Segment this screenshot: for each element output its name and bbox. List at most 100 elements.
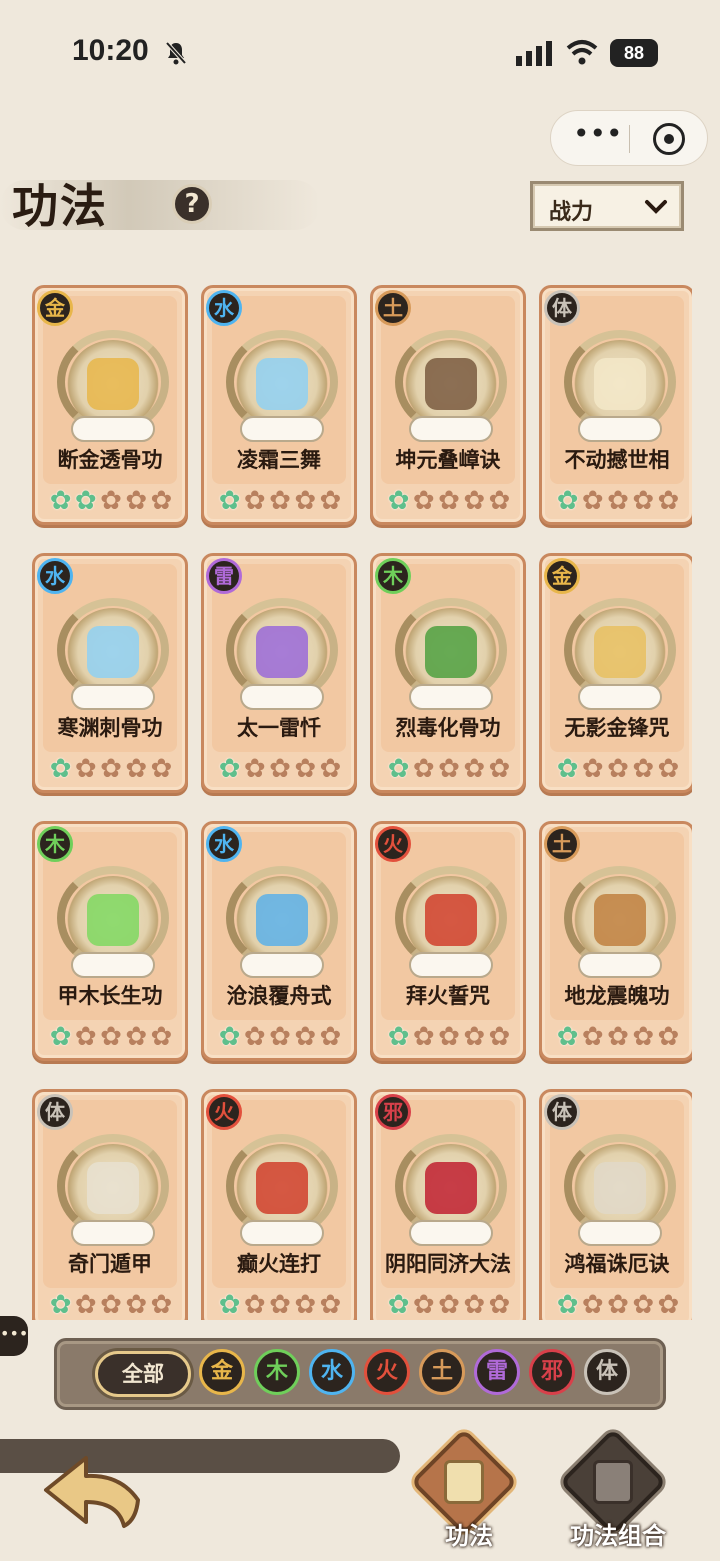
cloud-decoration [240, 1220, 324, 1246]
filter-chip[interactable]: 体 [584, 1349, 630, 1395]
filter-chip[interactable]: 水 [309, 1349, 355, 1395]
flower-star-icon: ✿ [74, 1290, 97, 1320]
flower-star-icon: ✿ [632, 1022, 655, 1052]
skill-glyph [425, 1162, 477, 1214]
chat-bubble-icon[interactable]: ••• [0, 1316, 28, 1356]
filter-chip[interactable]: 雷 [474, 1349, 520, 1395]
filter-chip[interactable]: 火 [364, 1349, 410, 1395]
element-badge: 雷 [206, 558, 242, 594]
flower-star-icon: ✿ [319, 754, 342, 784]
cloud-decoration [578, 416, 662, 442]
star-rating: ✿ ✿ ✿ ✿ ✿ [387, 756, 511, 784]
skill-card[interactable]: 体不动撼世相 ✿ ✿ ✿ ✿ ✿ [539, 285, 692, 525]
flower-star-icon: ✿ [100, 1290, 122, 1320]
star-rating: ✿ ✿ ✿ ✿ ✿ [218, 1292, 342, 1320]
skill-card[interactable]: 邪阴阳同济大法 ✿ ✿ ✿ ✿ ✿ [370, 1089, 526, 1320]
flower-star-icon: ✿ [243, 1022, 266, 1052]
skill-card[interactable]: 火癫火连打 ✿ ✿ ✿ ✿ ✿ [201, 1089, 357, 1320]
element-badge: 土 [375, 290, 411, 326]
skill-art-icon [226, 330, 338, 442]
star-rating: ✿ ✿ ✿ ✿ ✿ [556, 756, 680, 784]
skill-card[interactable]: 木甲木长生功 ✿ ✿ ✿ ✿ ✿ [32, 821, 188, 1061]
flower-star-icon: ✿ [438, 1290, 460, 1320]
filter-chip[interactable]: 金 [199, 1349, 245, 1395]
skill-name: 沧浪覆舟式 [226, 984, 332, 1008]
skill-card[interactable]: 金断金透骨功 ✿ ✿ ✿ ✿ ✿ [32, 285, 188, 525]
cloud-decoration [71, 1220, 155, 1246]
skill-card[interactable]: 体鸿福诛厄诀 ✿ ✿ ✿ ✿ ✿ [539, 1089, 692, 1320]
tab-skills[interactable]: 功法 [404, 1428, 534, 1560]
skill-card[interactable]: 土坤元叠嶂诀 ✿ ✿ ✿ ✿ ✿ [370, 285, 526, 525]
skill-glyph [425, 358, 477, 410]
back-arrow-icon[interactable] [40, 1450, 144, 1532]
filter-chip[interactable]: 木 [254, 1349, 300, 1395]
page-header: 功法 ? [0, 140, 330, 250]
flower-star-icon: ✿ [49, 1022, 72, 1052]
help-icon[interactable]: ? [172, 184, 212, 224]
skill-card[interactable]: 雷太一雷忏 ✿ ✿ ✿ ✿ ✿ [201, 553, 357, 793]
flower-star-icon: ✿ [657, 754, 680, 784]
more-icon[interactable]: ••• [573, 120, 623, 151]
skill-glyph [594, 358, 646, 410]
flower-star-icon: ✿ [488, 1290, 511, 1320]
element-badge: 火 [375, 826, 411, 862]
skill-name: 鸿福诛厄诀 [564, 1252, 670, 1276]
page-title: 功法 [12, 179, 108, 233]
tab-skill-combo[interactable]: 功法组合 [553, 1428, 683, 1560]
combo-scroll-icon [593, 1460, 633, 1504]
skill-card[interactable]: 木烈毒化骨功 ✿ ✿ ✿ ✿ ✿ [370, 553, 526, 793]
flower-star-icon: ✿ [294, 1022, 317, 1052]
cloud-decoration [409, 684, 493, 710]
skill-name: 癫火连打 [237, 1252, 321, 1276]
flower-star-icon: ✿ [74, 486, 97, 516]
flower-star-icon: ✿ [488, 486, 511, 516]
close-target-icon[interactable] [653, 123, 685, 155]
skill-glyph [594, 1162, 646, 1214]
element-badge: 体 [544, 290, 580, 326]
skill-card[interactable]: 金无影金锋咒 ✿ ✿ ✿ ✿ ✿ [539, 553, 692, 793]
cloud-decoration [240, 952, 324, 978]
flower-star-icon: ✿ [100, 754, 122, 784]
skill-card[interactable]: 土地龙震魄功 ✿ ✿ ✿ ✿ ✿ [539, 821, 692, 1061]
element-badge: 水 [37, 558, 73, 594]
cloud-decoration [578, 684, 662, 710]
cloud-decoration [240, 684, 324, 710]
flower-star-icon: ✿ [125, 1290, 148, 1320]
filter-chip[interactable]: 邪 [529, 1349, 575, 1395]
flower-star-icon: ✿ [412, 486, 435, 516]
skill-card[interactable]: 体奇门遁甲 ✿ ✿ ✿ ✿ ✿ [32, 1089, 188, 1320]
skill-name: 寒渊刺骨功 [57, 716, 163, 740]
star-rating: ✿ ✿ ✿ ✿ ✿ [387, 488, 511, 516]
miniprogram-capsule: ••• [550, 110, 708, 166]
skill-card[interactable]: 水沧浪覆舟式 ✿ ✿ ✿ ✿ ✿ [201, 821, 357, 1061]
filter-chip[interactable]: 土 [419, 1349, 465, 1395]
flower-star-icon: ✿ [294, 754, 317, 784]
skill-glyph [425, 894, 477, 946]
flower-star-icon: ✿ [632, 1290, 655, 1320]
skill-card[interactable]: 水凌霜三舞 ✿ ✿ ✿ ✿ ✿ [201, 285, 357, 525]
sort-label: 战力 [549, 200, 594, 225]
skill-card[interactable]: 水寒渊刺骨功 ✿ ✿ ✿ ✿ ✿ [32, 553, 188, 793]
mute-bell-icon [165, 41, 187, 65]
scroll-icon [444, 1460, 484, 1504]
sort-dropdown[interactable]: 战力 [530, 181, 684, 231]
skill-name: 阴阳同济大法 [385, 1252, 511, 1276]
flower-star-icon: ✿ [387, 486, 410, 516]
flower-star-icon: ✿ [218, 754, 241, 784]
skill-art-icon [395, 598, 507, 710]
capsule-divider [629, 125, 630, 153]
flower-star-icon: ✿ [150, 486, 173, 516]
wifi-icon [566, 40, 598, 65]
flower-star-icon: ✿ [243, 754, 266, 784]
flower-star-icon: ✿ [488, 754, 511, 784]
skill-art-icon [226, 598, 338, 710]
skill-name: 不动撼世相 [564, 448, 670, 472]
skill-name: 太一雷忏 [237, 716, 321, 740]
element-badge: 木 [375, 558, 411, 594]
filter-all-button[interactable]: 全部 [95, 1351, 191, 1397]
skill-art-icon [57, 866, 169, 978]
element-badge: 金 [544, 558, 580, 594]
skill-art-icon [395, 866, 507, 978]
skill-card[interactable]: 火拜火誓咒 ✿ ✿ ✿ ✿ ✿ [370, 821, 526, 1061]
element-filter-bar: 全部 金木水火土雷邪体 [54, 1338, 666, 1410]
